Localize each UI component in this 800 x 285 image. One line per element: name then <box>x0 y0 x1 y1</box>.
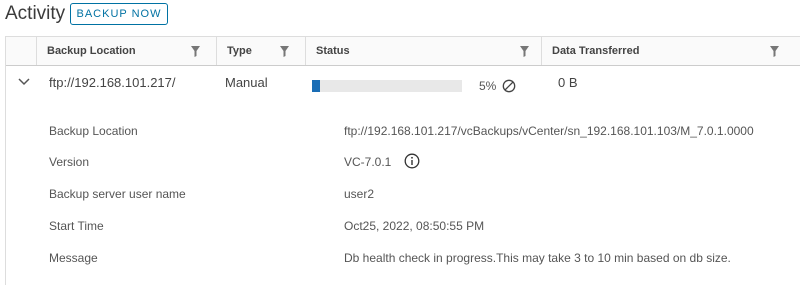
backup-location-cell: ftp://192.168.101.217/ <box>49 75 176 90</box>
detail-label: Start Time <box>49 219 104 233</box>
info-icon[interactable] <box>404 153 420 169</box>
chevron-down-icon[interactable] <box>18 78 30 86</box>
detail-row: Start Time Oct25, 2022, 08:50:55 PM <box>6 219 800 239</box>
column-header-status[interactable]: Status <box>305 37 541 65</box>
column-header-type[interactable]: Type <box>216 37 305 65</box>
filter-icon[interactable] <box>280 46 289 57</box>
backup-now-button[interactable]: BACKUP NOW <box>70 3 168 25</box>
detail-value: user2 <box>344 187 375 201</box>
filter-icon[interactable] <box>520 46 529 57</box>
progress-bar <box>312 80 462 92</box>
detail-row: Backup Location ftp://192.168.101.217/vc… <box>6 124 800 144</box>
expand-column-header <box>6 37 36 65</box>
detail-label: Backup Location <box>49 124 138 138</box>
detail-label: Message <box>49 251 98 265</box>
detail-value: VC-7.0.1 <box>344 155 392 169</box>
column-header-data-transferred[interactable]: Data Transferred <box>541 37 800 65</box>
column-header-label: Type <box>227 45 252 57</box>
detail-row: Backup server user name user2 <box>6 187 800 207</box>
table-header: Backup Location Type Status Data Transfe… <box>6 37 800 66</box>
cancel-icon[interactable] <box>502 79 516 93</box>
column-header-label: Status <box>316 45 350 57</box>
column-header-backup-location[interactable]: Backup Location <box>36 37 216 65</box>
detail-label: Version <box>49 155 90 169</box>
data-transferred-cell: 0 B <box>558 75 578 90</box>
filter-icon[interactable] <box>191 46 200 57</box>
activity-table: Backup Location Type Status Data Transfe… <box>5 36 800 285</box>
filter-icon[interactable] <box>770 46 779 57</box>
column-header-label: Backup Location <box>47 45 136 57</box>
detail-row: Version VC-7.0.1 <box>6 153 800 175</box>
detail-value: ftp://192.168.101.217/vcBackups/vCenter/… <box>344 124 754 138</box>
table-row[interactable]: ftp://192.168.101.217/ Manual 5% 0 B <box>6 66 800 98</box>
type-cell: Manual <box>225 75 268 90</box>
detail-label: Backup server user name <box>49 187 186 201</box>
column-header-label: Data Transferred <box>552 45 640 57</box>
detail-value: Oct25, 2022, 08:50:55 PM <box>344 219 485 233</box>
progress-percent: 5% <box>479 79 497 93</box>
detail-row: Message Db health check in progress.This… <box>6 251 800 271</box>
page-title: Activity <box>5 3 66 24</box>
progress-bar-fill <box>312 80 320 92</box>
activity-header: Activity BACKUP NOW <box>0 0 800 32</box>
detail-value: Db health check in progress.This may tak… <box>344 251 731 265</box>
